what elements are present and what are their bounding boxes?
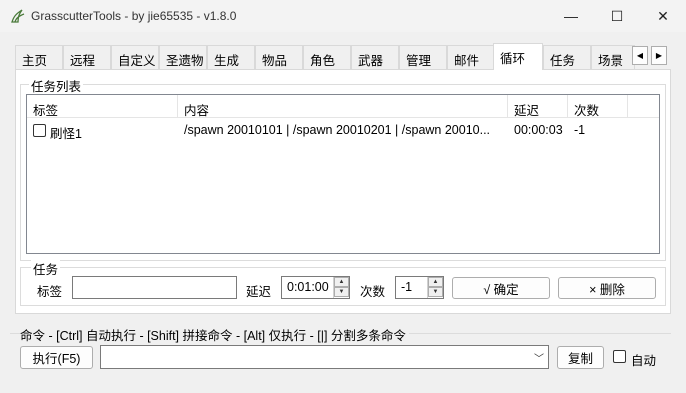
spin-down-icon[interactable]: ▼	[334, 287, 349, 297]
count-value: -1	[401, 280, 413, 294]
task-list-title: 任务列表	[29, 76, 84, 95]
tab-home[interactable]: 主页	[15, 45, 63, 69]
row-content: /spawn 20010101 | /spawn 20010201 | /spa…	[184, 123, 491, 137]
copy-button[interactable]: 复制	[557, 346, 604, 369]
delay-field-label: 延迟	[246, 285, 272, 299]
arrow-left-icon: ◀	[636, 51, 644, 60]
auto-checkbox[interactable]	[613, 350, 626, 363]
label-input[interactable]	[72, 276, 237, 299]
delete-button[interactable]: × 删除	[558, 277, 656, 299]
tab-mail[interactable]: 邮件	[447, 45, 495, 69]
row-count: -1	[574, 123, 586, 137]
grass-app-icon	[11, 9, 25, 23]
row-label: 刷怪1	[50, 127, 82, 141]
spin-down-icon[interactable]: ▼	[428, 287, 443, 297]
tab-manage[interactable]: 管理	[399, 45, 447, 69]
spin-up-icon[interactable]: ▲	[428, 277, 443, 287]
delay-stepper[interactable]: ▲ ▼	[333, 277, 349, 298]
tab-custom[interactable]: 自定义	[111, 45, 159, 69]
maximize-icon: ☐	[610, 7, 624, 24]
window-title: GrasscutterTools - by jie65535 - v1.8.0	[31, 9, 237, 23]
delay-value: 0:01:00	[287, 280, 329, 294]
tab-avatar[interactable]: 角色	[303, 45, 351, 69]
confirm-button[interactable]: √ 确定	[452, 277, 550, 299]
list-item[interactable]: 刷怪1 /spawn 20010101 | /spawn 20010201 | …	[27, 119, 659, 141]
command-title: 命令 - [Ctrl] 自动执行 - [Shift] 拼接命令 - [Alt] …	[20, 325, 409, 344]
tab-scroll-right-button[interactable]: ▶	[651, 46, 667, 65]
task-form-title: 任务	[31, 259, 61, 278]
tab-spawn[interactable]: 生成	[207, 45, 255, 69]
chevron-down-icon[interactable]: ﹀	[534, 350, 544, 365]
minimize-button[interactable]: —	[548, 0, 594, 32]
tab-weapon[interactable]: 武器	[351, 45, 399, 69]
command-input[interactable]: ﹀	[100, 345, 549, 369]
tab-item[interactable]: 物品	[255, 45, 303, 69]
close-icon: ✕	[657, 7, 669, 24]
arrow-right-icon: ▶	[655, 51, 663, 60]
label-field-label: 标签	[37, 285, 63, 299]
row-checkbox[interactable]	[33, 124, 46, 137]
tab-quest[interactable]: 任务	[543, 45, 591, 69]
tab-artifact[interactable]: 圣遗物	[159, 45, 207, 69]
auto-label[interactable]: 自动	[631, 350, 656, 369]
tab-remote[interactable]: 远程	[63, 45, 111, 69]
count-field-label: 次数	[360, 285, 386, 299]
tab-loop[interactable]: 循环	[493, 43, 543, 70]
tab-scene[interactable]: 场景	[591, 45, 635, 69]
task-list-view[interactable]: 标签 内容 延迟 次数 刷怪1 /spawn 20010101 | /spawn…	[26, 94, 660, 254]
tab-scroll-left-button[interactable]: ◀	[632, 46, 648, 65]
count-stepper[interactable]: ▲ ▼	[427, 277, 443, 298]
execute-button[interactable]: 执行(F5)	[20, 346, 93, 369]
column-header-content[interactable]: 内容	[178, 95, 508, 118]
close-button[interactable]: ✕	[640, 0, 686, 32]
maximize-button[interactable]: ☐	[594, 0, 640, 32]
column-header-label[interactable]: 标签	[27, 95, 178, 118]
column-header-delay[interactable]: 延迟	[508, 95, 568, 118]
minimize-icon: —	[564, 8, 578, 24]
list-header: 标签 内容 延迟 次数	[27, 95, 659, 118]
title-bar: GrasscutterTools - by jie65535 - v1.8.0 …	[0, 0, 686, 32]
spin-up-icon[interactable]: ▲	[334, 277, 349, 287]
row-delay: 00:00:03	[514, 123, 563, 137]
column-header-count[interactable]: 次数	[568, 95, 628, 118]
